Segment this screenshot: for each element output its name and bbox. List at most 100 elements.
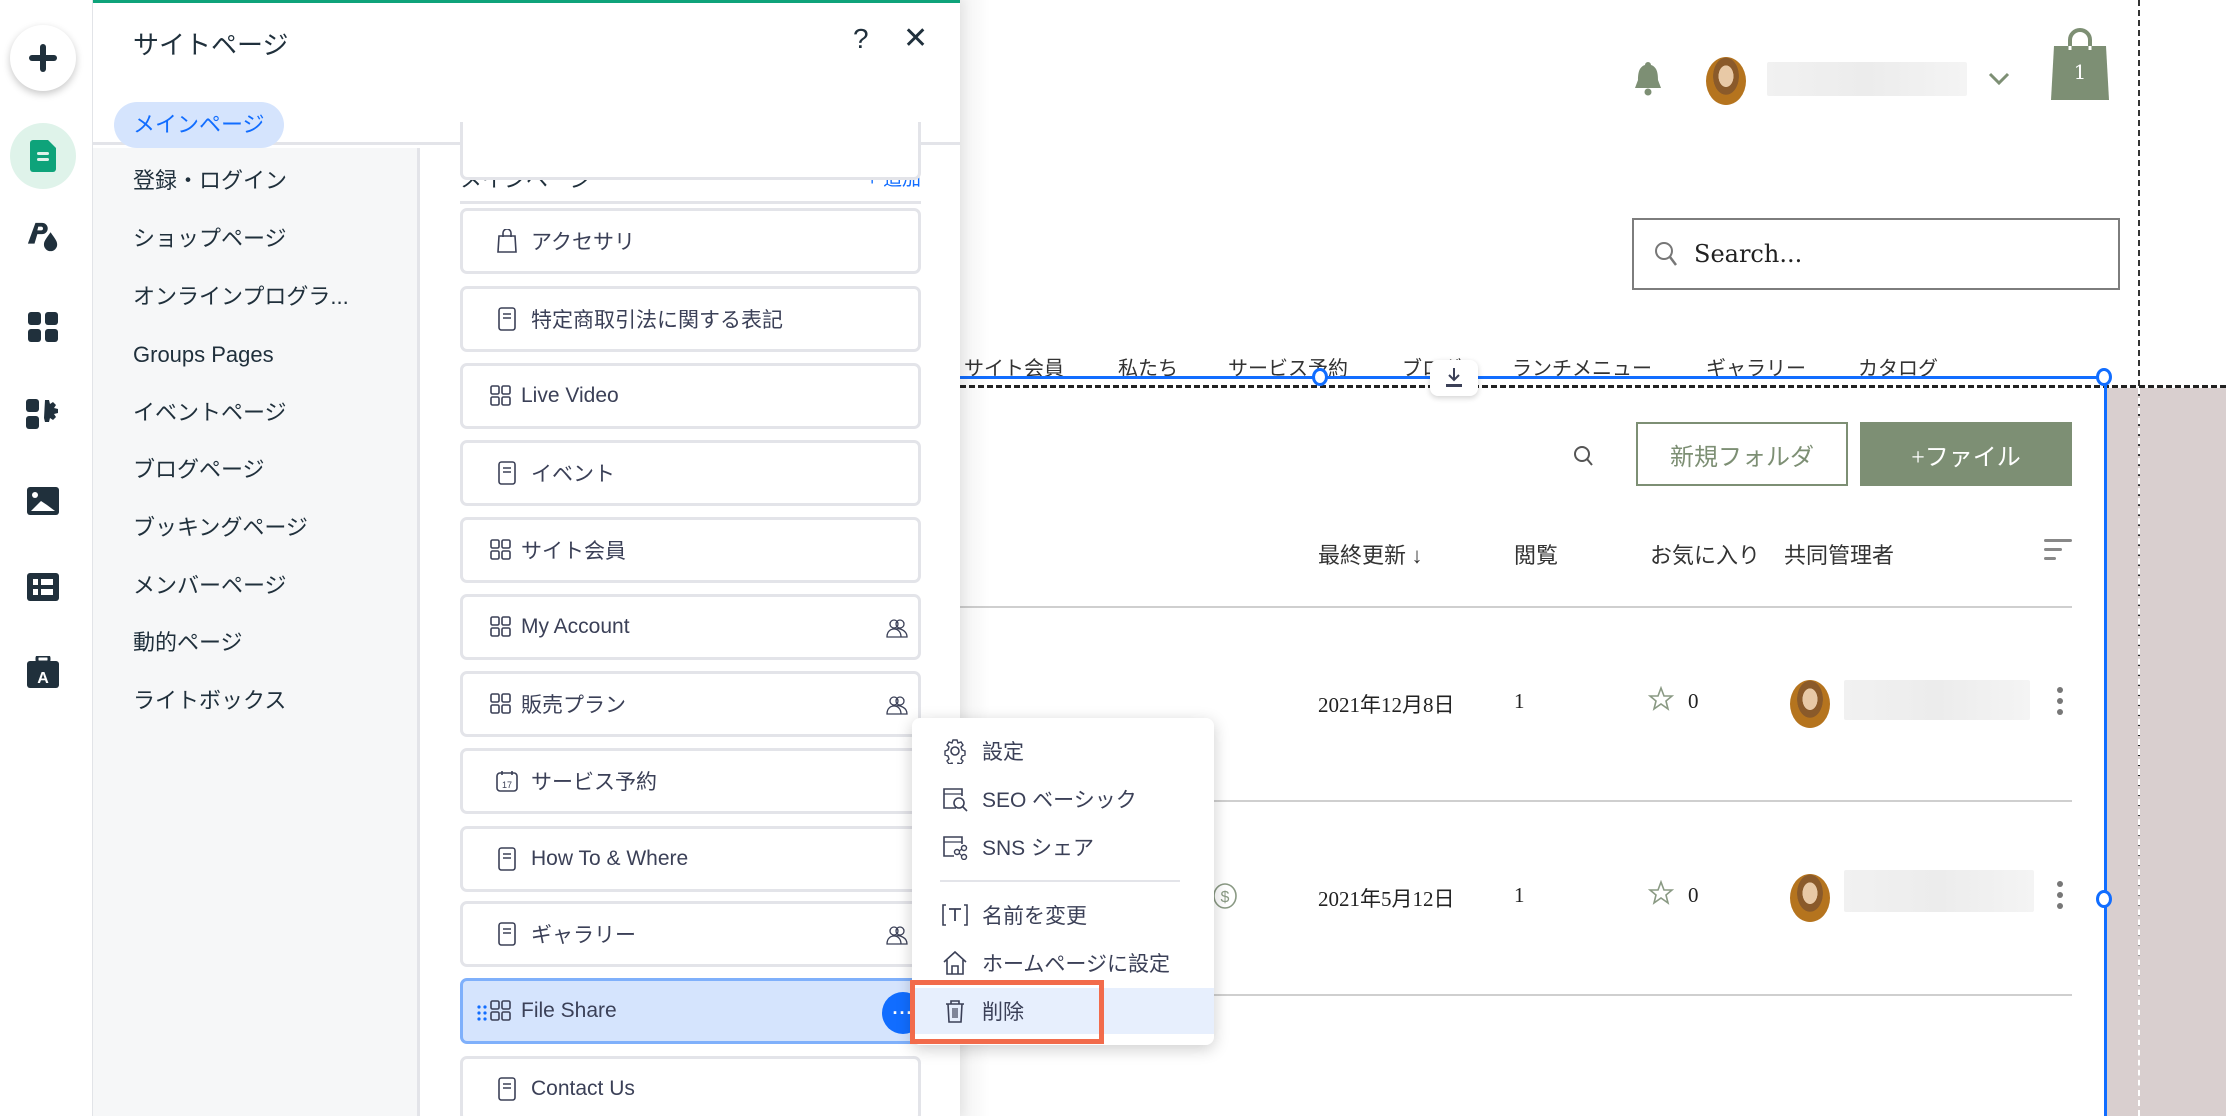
- menu-item-settings[interactable]: 設定: [912, 728, 1214, 774]
- row-date: 2021年5月12日: [1318, 887, 1455, 911]
- co-admin-avatar: [1790, 680, 1830, 728]
- sort-filter-icon[interactable]: [2044, 538, 2072, 562]
- page-icon: [495, 847, 519, 871]
- category-item[interactable]: ブッキングページ: [133, 505, 308, 551]
- menu-item-rename[interactable]: 名前を変更: [912, 892, 1214, 938]
- add-apps-button[interactable]: [26, 310, 60, 344]
- category-item[interactable]: Groups Pages: [133, 332, 274, 378]
- menu-item-delete[interactable]: 削除: [912, 988, 1214, 1034]
- site-search-input[interactable]: Search...: [1632, 218, 2120, 290]
- resize-handle-top[interactable]: [1312, 368, 1328, 386]
- page-item[interactable]: サイト会員: [460, 517, 921, 583]
- page-item-label: 販売プラン: [521, 694, 626, 717]
- pages-menu-button[interactable]: [10, 123, 76, 189]
- co-admin-name-blurred: [1844, 870, 2034, 912]
- help-button[interactable]: ?: [853, 23, 869, 55]
- chevron-down-icon[interactable]: [1988, 72, 2010, 86]
- page-icon: [495, 307, 519, 331]
- close-button[interactable]: ✕: [903, 21, 928, 56]
- gear-icon: [940, 736, 970, 766]
- user-avatar[interactable]: [1706, 57, 1746, 105]
- category-item[interactable]: メンバーページ: [133, 563, 287, 609]
- stretch-section-button[interactable]: [1430, 360, 1478, 396]
- menu-item-seo[interactable]: SEO ベーシック: [912, 776, 1214, 822]
- page-item[interactable]: イベント: [460, 440, 921, 506]
- star-icon[interactable]: [1648, 880, 1674, 906]
- column-last-updated[interactable]: 最終更新 ↓: [1318, 538, 1423, 570]
- left-toolbar: A: [0, 0, 93, 1116]
- search-placeholder: Search...: [1694, 240, 1803, 268]
- category-item[interactable]: 動的ページ: [133, 620, 243, 666]
- page-context-menu: 設定 SEO ベーシック SNS シェア 名前を変更 ホームページに設定 削除: [912, 718, 1214, 1045]
- category-item[interactable]: ショップページ: [133, 216, 287, 262]
- design-button[interactable]: [26, 220, 60, 254]
- star-icon[interactable]: [1648, 686, 1674, 712]
- header-boundary-guide: [960, 385, 2226, 388]
- trash-icon: [940, 996, 970, 1026]
- page-item[interactable]: My Account: [460, 594, 921, 660]
- svg-text:17: 17: [502, 780, 512, 790]
- column-views[interactable]: 閲覧: [1514, 538, 1558, 570]
- drag-handle-icon[interactable]: [477, 1005, 487, 1021]
- svg-text:$: $: [1221, 889, 1230, 906]
- panel-title: サイトページ: [133, 30, 289, 60]
- app-page-icon: [489, 538, 513, 562]
- page-item[interactable]: Contact Us: [460, 1056, 921, 1116]
- row-favorites: 0: [1688, 883, 1699, 907]
- portfolio-button[interactable]: A: [26, 655, 60, 689]
- apps-grid-icon: [28, 312, 58, 342]
- my-business-button[interactable]: [26, 397, 60, 431]
- page-item-label: 特定商取引法に関する表記: [531, 309, 783, 332]
- menu-item-set-homepage[interactable]: ホームページに設定: [912, 940, 1214, 986]
- page-item[interactable]: How To & Where: [460, 826, 921, 892]
- home-icon: [940, 948, 970, 978]
- category-item[interactable]: 登録・ログイン: [133, 158, 287, 204]
- menu-separator: [940, 880, 1180, 882]
- page-item-label: My Account: [521, 615, 630, 638]
- more-vertical-icon[interactable]: [2056, 880, 2064, 910]
- members-only-icon: [886, 924, 908, 946]
- cms-button[interactable]: [26, 570, 60, 604]
- page-item-label: ギャラリー: [531, 924, 636, 947]
- page-item[interactable]: [460, 122, 921, 180]
- media-button[interactable]: [26, 484, 60, 518]
- svg-text:A: A: [37, 670, 49, 687]
- row-views: 1: [1514, 689, 1525, 713]
- category-item[interactable]: メインページ: [114, 102, 284, 148]
- members-only-icon: [886, 694, 908, 716]
- app-page-icon: [489, 692, 513, 716]
- row-views: 1: [1514, 883, 1525, 907]
- menu-item-social-share[interactable]: SNS シェア: [912, 824, 1214, 870]
- page-item[interactable]: 特定商取引法に関する表記: [460, 286, 921, 352]
- resize-handle-corner[interactable]: [2096, 368, 2112, 386]
- page-icon: [495, 1077, 519, 1101]
- page-item[interactable]: ギャラリー: [460, 901, 921, 967]
- page-item-label: イベント: [531, 463, 615, 486]
- more-vertical-icon[interactable]: [2056, 686, 2064, 716]
- add-elements-button[interactable]: [10, 25, 76, 91]
- page-item[interactable]: Live Video: [460, 363, 921, 429]
- add-file-button[interactable]: +ファイル: [1860, 422, 2072, 486]
- page-icon: [30, 140, 56, 172]
- resize-handle-right[interactable]: [2096, 890, 2112, 908]
- column-co-admins: 共同管理者: [1784, 543, 1895, 568]
- notification-bell-icon[interactable]: [1632, 58, 1664, 98]
- page-item-label: Live Video: [521, 384, 619, 407]
- page-item[interactable]: 17 サービス予約: [460, 748, 921, 814]
- category-item[interactable]: イベントページ: [133, 390, 287, 436]
- page-item-label: サイト会員: [521, 540, 626, 563]
- category-item[interactable]: ブログページ: [133, 447, 265, 493]
- column-favorites[interactable]: お気に入り: [1650, 538, 1760, 570]
- seo-icon: [940, 784, 970, 814]
- page-item[interactable]: アクセサリ: [460, 208, 921, 274]
- new-folder-button[interactable]: 新規フォルダ: [1636, 422, 1848, 486]
- category-item[interactable]: ライトボックス: [133, 678, 286, 724]
- page-item-selected[interactable]: File Share ···: [460, 978, 924, 1044]
- page-item[interactable]: 販売プラン: [460, 671, 921, 737]
- category-item[interactable]: オンラインプログラ...: [133, 274, 349, 320]
- co-admin-avatar: [1790, 874, 1830, 922]
- page-item-label: How To & Where: [531, 847, 689, 870]
- calendar-icon: 17: [495, 769, 519, 793]
- file-search-icon[interactable]: [1572, 444, 1596, 470]
- co-admin-name-blurred: [1844, 680, 2030, 720]
